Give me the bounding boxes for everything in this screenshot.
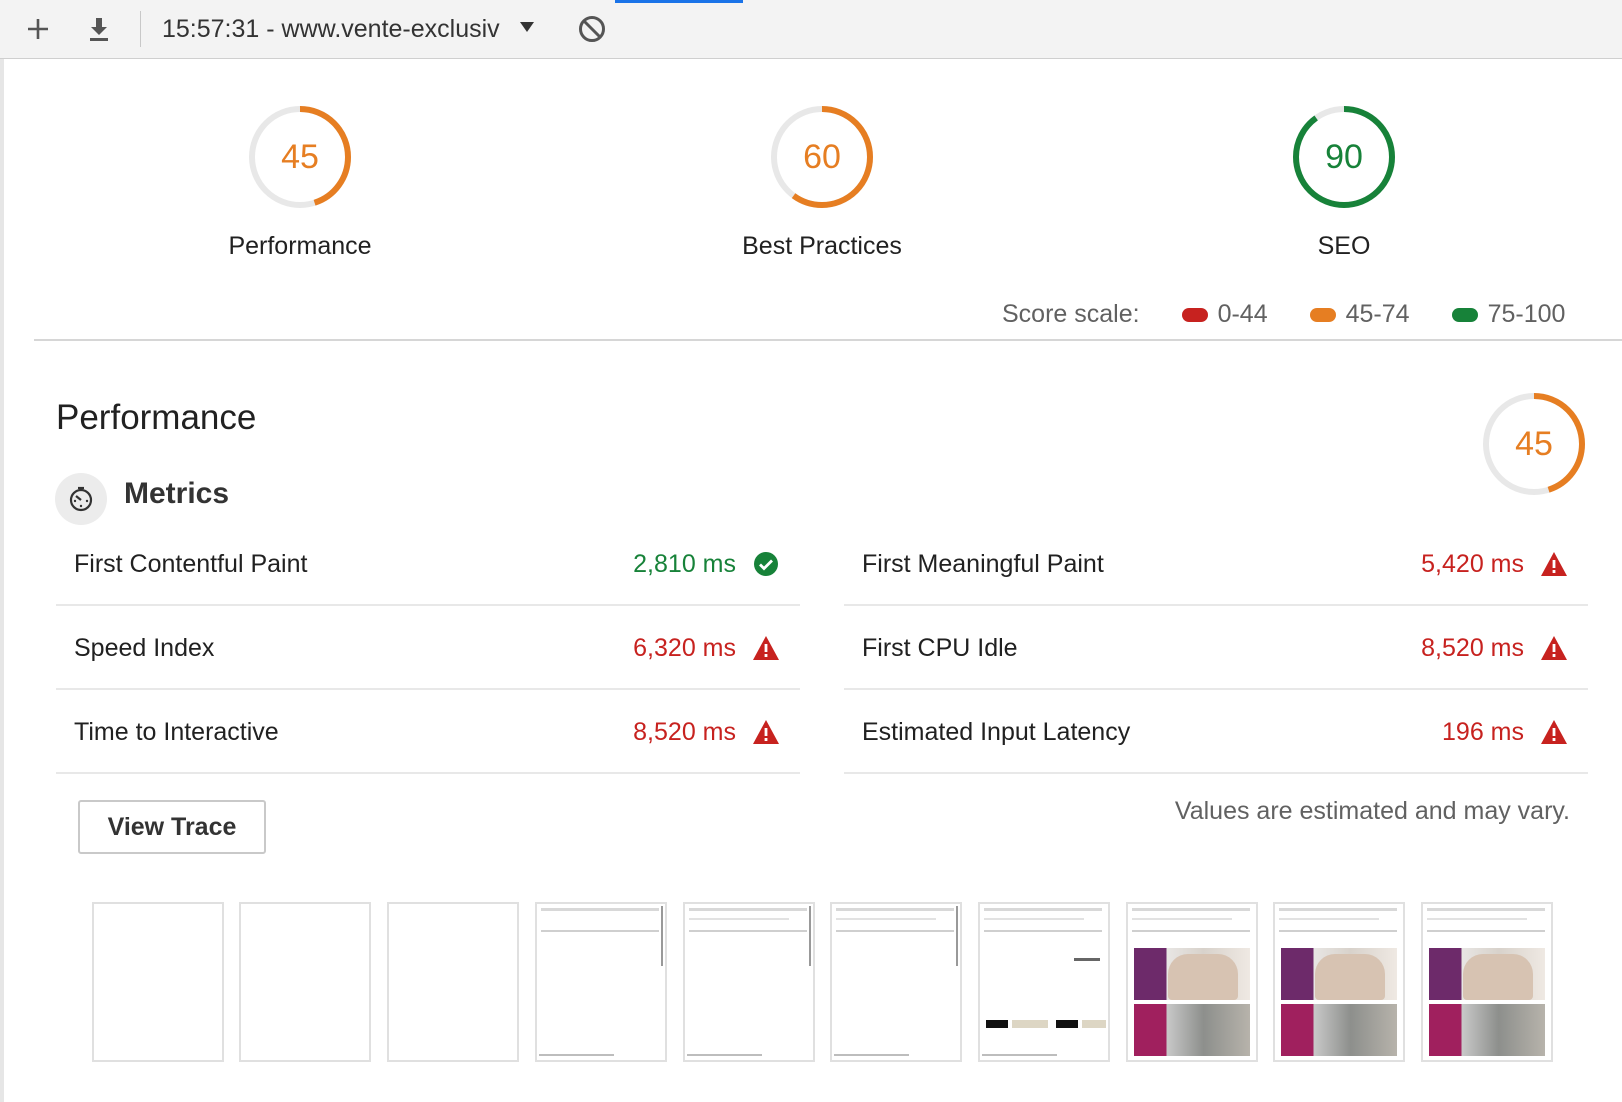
score-range-pass: 75-100 [1487,300,1566,328]
fail-warning-icon [1540,718,1568,746]
plus-icon[interactable] [21,12,55,46]
metrics-icon [55,473,107,525]
metric-name: First Contentful Paint [74,549,308,578]
best-practices-label: Best Practices [742,232,902,260]
metric-speed-index: Speed Index 6,320 ms [56,608,800,690]
metric-value: 196 ms [1442,717,1524,746]
active-tab-indicator [615,0,743,3]
clear-icon[interactable] [575,12,609,46]
best-practices-gauge[interactable]: 60 [768,103,876,211]
metric-estimated-input-latency: Estimated Input Latency 196 ms [844,692,1588,774]
toolbar: 15:57:31 - www.vente-exclusiv [0,0,1622,59]
performance-section-title: Performance [56,398,257,437]
filmstrip-frame [239,902,371,1062]
score-scale: Score scale: 0-44 45-74 75-100 [1002,300,1565,329]
average-pill-icon [1309,307,1336,322]
metric-time-to-interactive: Time to Interactive 8,520 ms [56,692,800,774]
fail-warning-icon [1540,634,1568,662]
metric-name: Time to Interactive [74,717,279,746]
seo-gauge[interactable]: 90 [1290,103,1398,211]
view-trace-button[interactable]: View Trace [78,800,266,854]
pass-check-icon [752,550,780,578]
fail-warning-icon [752,634,780,662]
download-icon[interactable] [82,12,116,46]
performance-section-score: 45 [1515,424,1553,463]
section-divider [34,339,1622,341]
metric-value: 5,420 ms [1421,549,1524,578]
pass-pill-icon [1451,307,1478,322]
metric-first-cpu-idle: First CPU Idle 8,520 ms [844,608,1588,690]
filmstrip-frame [1421,902,1553,1062]
panel-left-border [0,59,4,1102]
performance-section-gauge: 45 [1480,390,1588,498]
fail-warning-icon [1540,550,1568,578]
metrics-title: Metrics [124,477,230,510]
fail-warning-icon [752,718,780,746]
seo-score: 90 [1325,137,1363,176]
metric-name: Estimated Input Latency [862,717,1131,746]
metric-name: First Meaningful Paint [862,549,1104,578]
score-scale-label: Score scale: [1002,300,1140,328]
filmstrip-frame [535,902,667,1062]
dropdown-arrow-icon [519,20,535,39]
report-select-label: 15:57:31 - www.vente-exclusiv [162,14,500,43]
filmstrip-frame [978,902,1110,1062]
metric-value: 6,320 ms [633,633,736,662]
metric-value: 8,520 ms [633,717,736,746]
estimate-disclaimer: Values are estimated and may vary. [1174,797,1570,825]
performance-gauge[interactable]: 45 [246,103,354,211]
filmstrip-frame [1126,902,1258,1062]
metric-first-contentful-paint: First Contentful Paint 2,810 ms [56,524,800,606]
filmstrip-frame [387,902,519,1062]
metric-value: 2,810 ms [633,549,736,578]
fail-pill-icon [1181,307,1208,322]
metric-name: First CPU Idle [862,633,1018,662]
performance-label: Performance [228,232,372,260]
performance-score: 45 [281,137,319,176]
seo-label: SEO [1317,232,1371,260]
filmstrip-frame [683,902,815,1062]
metric-first-meaningful-paint: First Meaningful Paint 5,420 ms [844,524,1588,606]
score-range-fail: 0-44 [1217,300,1268,328]
best-practices-score: 60 [803,137,841,176]
filmstrip-frame [830,902,962,1062]
filmstrip-frame [1273,902,1405,1062]
score-range-average: 45-74 [1345,300,1410,328]
toolbar-separator [140,11,141,47]
filmstrip-frame [92,902,224,1062]
report-select[interactable]: 15:57:31 - www.vente-exclusiv [162,14,535,44]
metric-name: Speed Index [74,633,215,662]
metric-value: 8,520 ms [1421,633,1524,662]
